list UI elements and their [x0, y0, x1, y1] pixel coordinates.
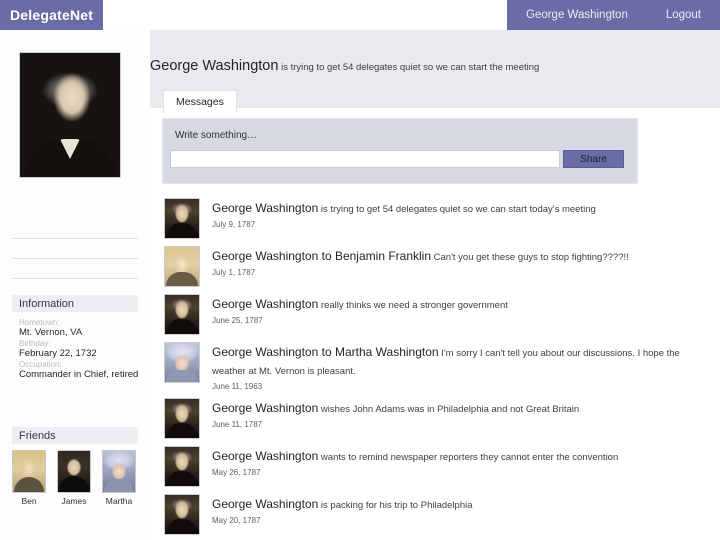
- post-body: George Washington wishes John Adams was …: [200, 398, 579, 429]
- post-avatar-icon[interactable]: [164, 246, 200, 287]
- message-feed: George Washington is trying to get 54 de…: [164, 198, 704, 540]
- post-author[interactable]: George Washington to Benjamin Franklin: [212, 249, 431, 263]
- left-sidebar: Information Hometown: Mt. Vernon, VA Bir…: [0, 30, 150, 540]
- info-label-birthday: Birthday:: [19, 339, 51, 348]
- post-text: really thinks we need a stronger governm…: [318, 300, 508, 311]
- post-text: wishes John Adams was in Philadelphia an…: [318, 404, 580, 415]
- friend-item-ben[interactable]: Ben: [12, 450, 46, 506]
- post-date: June 11, 1787: [212, 420, 263, 429]
- post-body: George Washington really thinks we need …: [200, 294, 508, 325]
- composer-panel: Write something… Share: [162, 118, 638, 184]
- tab-bar: Messages: [163, 90, 237, 113]
- post-author[interactable]: George Washington: [212, 401, 318, 415]
- profile-status-line: George Washington is trying to get 54 de…: [150, 57, 710, 75]
- feed-post: George Washington is packing for his tri…: [164, 494, 704, 535]
- composer-prompt-label: Write something…: [175, 130, 258, 141]
- nav-link-user-profile[interactable]: George Washington: [526, 9, 628, 21]
- post-date: May 20, 1787: [212, 516, 261, 525]
- nav-link-logout[interactable]: Logout: [666, 9, 701, 21]
- friend-name-james: James: [61, 496, 87, 506]
- friends-list: Ben James Martha: [12, 450, 136, 506]
- friend-name-ben: Ben: [21, 496, 37, 506]
- status-author-name: George Washington: [150, 58, 279, 74]
- status-message-text: is trying to get 54 delegates quiet so w…: [278, 62, 540, 73]
- page-root: DelegateNet George Washington Logout Inf…: [0, 0, 720, 540]
- post-avatar-icon[interactable]: [164, 494, 200, 535]
- post-body: George Washington is trying to get 54 de…: [200, 198, 596, 229]
- post-avatar-icon[interactable]: [164, 446, 200, 487]
- post-author[interactable]: George Washington: [212, 449, 318, 463]
- sidebar-divider-3: [12, 278, 138, 279]
- information-heading-label: Information: [19, 297, 75, 310]
- feed-post: George Washington to Benjamin Franklin C…: [164, 246, 704, 287]
- composer-text-input[interactable]: [170, 150, 560, 168]
- post-text: is trying to get 54 delegates quiet so w…: [318, 204, 596, 215]
- feed-post: George Washington really thinks we need …: [164, 294, 704, 335]
- info-value-birthday: February 22, 1732: [19, 348, 97, 359]
- post-author[interactable]: George Washington: [212, 497, 318, 511]
- information-section-header: Information: [12, 295, 138, 312]
- nav-right-group: George Washington Logout: [507, 0, 720, 30]
- friend-avatar-james: [57, 450, 91, 493]
- info-label-occupation: Occupation:: [19, 360, 62, 369]
- post-body: George Washington wants to remind newspa…: [200, 446, 618, 477]
- top-navigation-bar: DelegateNet George Washington Logout: [0, 0, 720, 30]
- feed-post: George Washington to Martha Washington I…: [164, 342, 704, 391]
- friends-section-header: Friends: [12, 427, 138, 444]
- post-avatar-icon[interactable]: [164, 398, 200, 439]
- post-body: George Washington to Benjamin Franklin C…: [200, 246, 629, 277]
- feed-post: George Washington wants to remind newspa…: [164, 446, 704, 487]
- friend-avatar-martha: [102, 450, 136, 493]
- sidebar-divider-2: [12, 258, 138, 259]
- post-author[interactable]: George Washington: [212, 201, 318, 215]
- post-text: Can't you get these guys to stop fightin…: [431, 252, 629, 263]
- post-avatar-icon[interactable]: [164, 198, 200, 239]
- information-fields: Hometown: Mt. Vernon, VA Birthday: Febru…: [19, 318, 145, 381]
- post-body: George Washington to Martha Washington I…: [200, 342, 682, 391]
- post-avatar-icon[interactable]: [164, 342, 200, 383]
- profile-portrait: [19, 52, 121, 178]
- share-button[interactable]: Share: [563, 150, 624, 168]
- post-date: July 9, 1787: [212, 220, 256, 229]
- info-value-occupation: Commander in Chief, retired: [19, 369, 139, 380]
- post-author[interactable]: George Washington: [212, 297, 318, 311]
- post-body: George Washington is packing for his tri…: [200, 494, 473, 525]
- post-avatar-icon[interactable]: [164, 294, 200, 335]
- post-text: is packing for his trip to Philadelphia: [318, 500, 473, 511]
- info-label-hometown: Hometown:: [19, 318, 60, 327]
- post-author[interactable]: George Washington to Martha Washington: [212, 345, 439, 359]
- feed-post: George Washington is trying to get 54 de…: [164, 198, 704, 239]
- post-date: June 25, 1787: [212, 316, 263, 325]
- post-date: May 26, 1787: [212, 468, 261, 477]
- friend-item-james[interactable]: James: [57, 450, 91, 506]
- friend-avatar-ben: [12, 450, 46, 493]
- post-text: wants to remind newspaper reporters they…: [318, 452, 619, 463]
- friends-heading-label: Friends: [19, 429, 56, 442]
- brand-label: DelegateNet: [10, 7, 94, 23]
- post-date: June 11, 1963: [212, 382, 263, 391]
- sidebar-divider-1: [12, 238, 138, 239]
- tab-messages[interactable]: Messages: [163, 90, 237, 113]
- friend-item-martha[interactable]: Martha: [102, 450, 136, 506]
- friend-name-martha: Martha: [105, 496, 133, 506]
- feed-post: George Washington wishes John Adams was …: [164, 398, 704, 439]
- brand-logo[interactable]: DelegateNet: [0, 0, 103, 30]
- info-value-hometown: Mt. Vernon, VA: [19, 327, 83, 338]
- post-date: July 1, 1787: [212, 268, 256, 277]
